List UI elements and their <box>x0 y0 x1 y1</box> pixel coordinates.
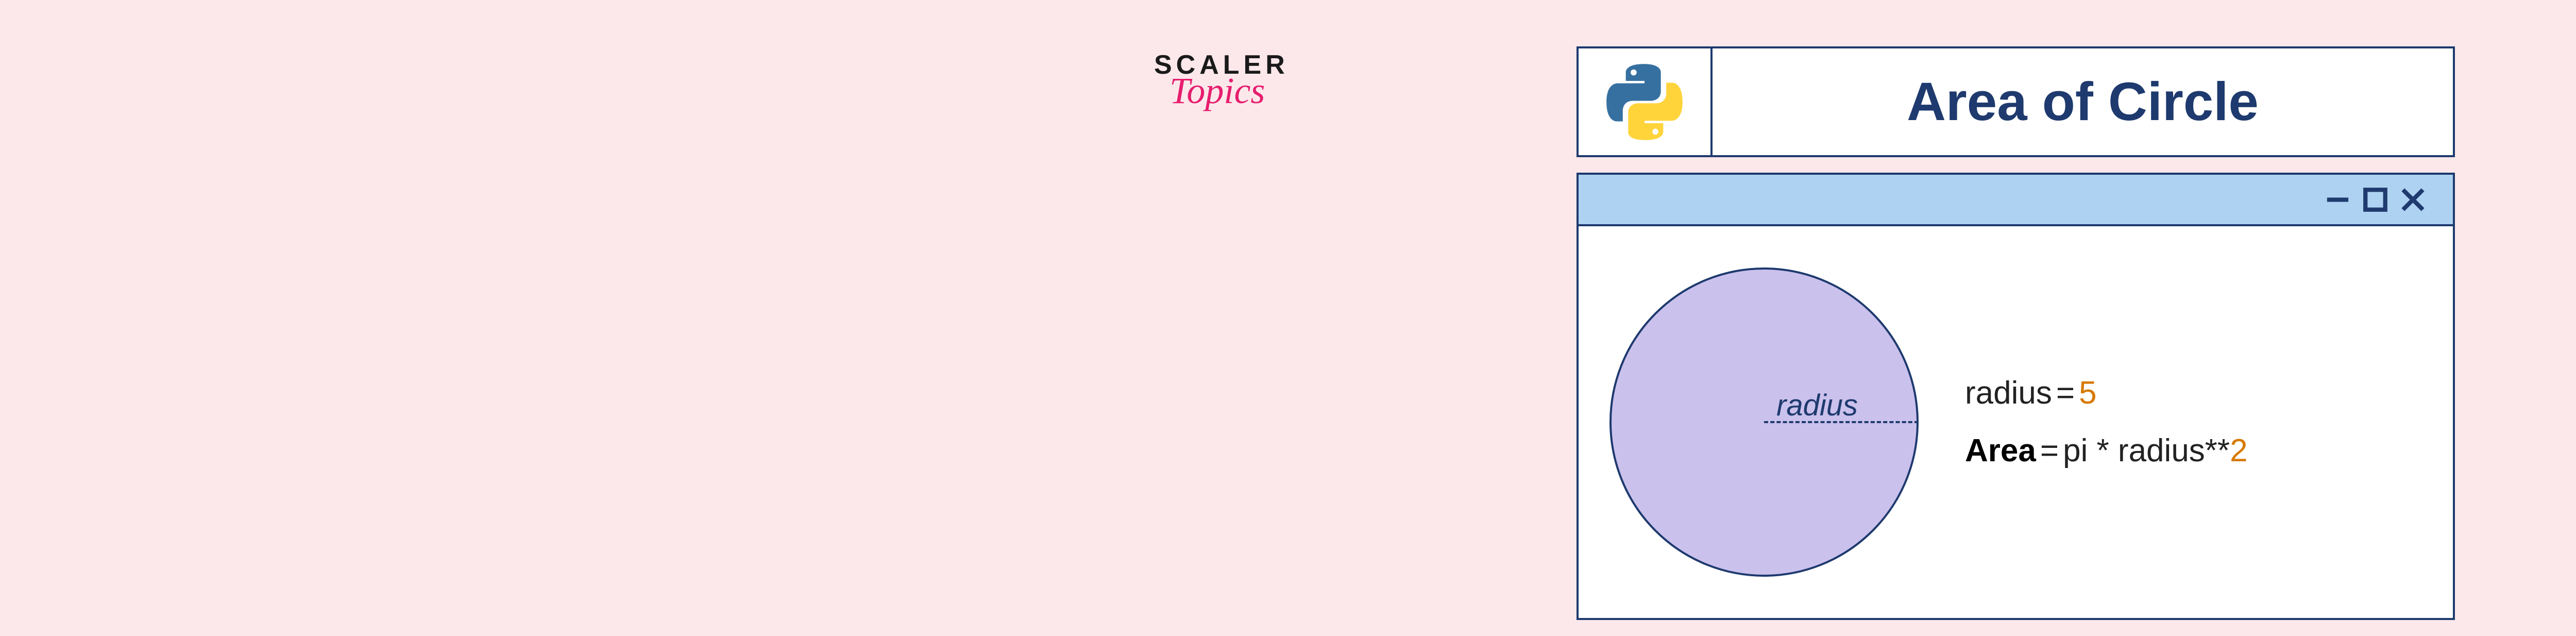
circle-diagram: radius <box>1609 267 1919 577</box>
code-window: radius radius=5 Area=pi * radius**2 <box>1577 173 2455 620</box>
title-cell: Area of Circle <box>1713 48 2453 155</box>
window-body: radius radius=5 Area=pi * radius**2 <box>1579 226 2453 618</box>
diagram-container: Area of Circle radius radiu <box>1577 46 2455 620</box>
radius-label: radius <box>1776 388 1858 423</box>
scaler-topics-logo: SCALER Topics <box>1154 52 1289 109</box>
code-op-assign2: = <box>2040 433 2059 468</box>
window-titlebar <box>1579 175 2453 226</box>
python-icon-cell <box>1579 48 1713 155</box>
code-block: radius=5 Area=pi * radius**2 <box>1965 364 2248 479</box>
close-icon[interactable] <box>2399 186 2427 214</box>
code-var-area: Area <box>1965 433 2036 468</box>
code-expr-a: pi * radius** <box>2063 433 2230 468</box>
title-bar: Area of Circle <box>1577 46 2455 157</box>
maximize-icon[interactable] <box>2361 186 2389 214</box>
code-var-radius: radius <box>1965 375 2052 411</box>
python-icon <box>1606 63 1683 141</box>
title-text: Area of Circle <box>1907 71 2259 133</box>
code-op-assign: = <box>2056 375 2075 411</box>
code-line-2: Area=pi * radius**2 <box>1965 422 2248 480</box>
code-val-5: 5 <box>2079 375 2096 411</box>
minimize-icon[interactable] <box>2324 186 2352 214</box>
code-val-2: 2 <box>2230 433 2247 468</box>
code-line-1: radius=5 <box>1965 364 2248 422</box>
